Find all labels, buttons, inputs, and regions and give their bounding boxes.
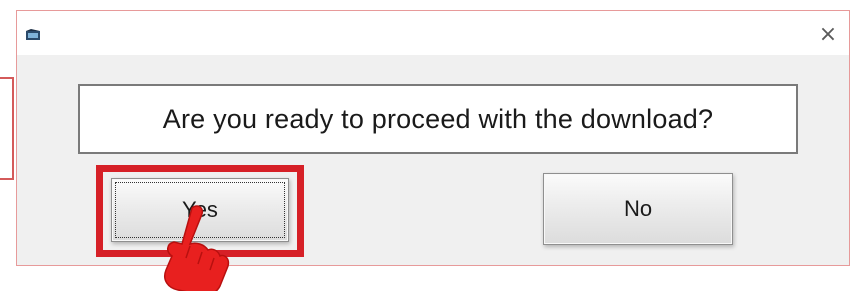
app-icon [26, 29, 40, 40]
no-button[interactable]: No [543, 173, 733, 245]
title-bar: × [17, 11, 849, 55]
background-window-edge [0, 77, 14, 180]
close-button[interactable]: × [813, 19, 843, 49]
no-button-label: No [623, 196, 653, 221]
yes-button[interactable]: Yes [111, 178, 289, 242]
yes-button-label: Yes [182, 197, 218, 222]
message-panel: Are you ready to proceed with the downlo… [78, 84, 798, 154]
close-icon: × [818, 21, 838, 47]
dialog-message: Are you ready to proceed with the downlo… [162, 103, 714, 134]
